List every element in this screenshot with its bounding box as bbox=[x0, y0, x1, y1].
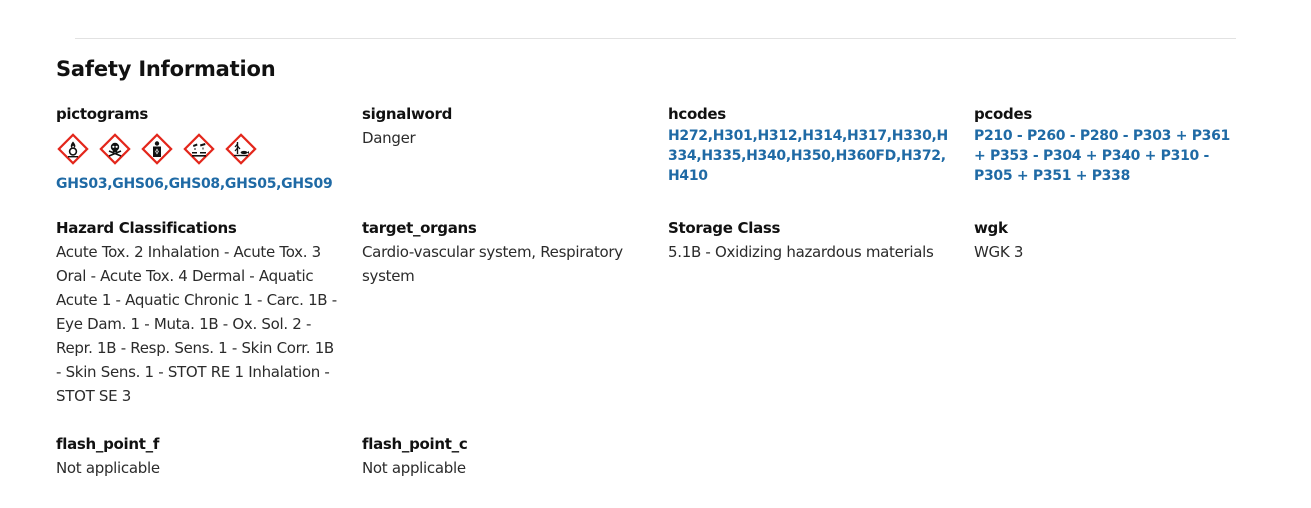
pcodes-cell: pcodes P210 - P260 - P280 - P303 + P361 … bbox=[974, 102, 1259, 186]
flash-point-c-label: flash_point_c bbox=[362, 435, 468, 453]
flash-point-c-cell: flash_point_c Not applicable bbox=[362, 432, 647, 480]
corrosion-icon bbox=[182, 132, 216, 166]
signalword-label: signalword bbox=[362, 105, 453, 123]
health-hazard-icon bbox=[140, 132, 174, 166]
pcodes-label: pcodes bbox=[974, 105, 1032, 123]
wgk-cell: wgk WGK 3 bbox=[974, 216, 1259, 264]
hcodes-cell: hcodes H272,H301,H312,H314,H317,H330,H33… bbox=[668, 102, 953, 186]
flash-point-f-label: flash_point_f bbox=[56, 435, 160, 453]
flash-point-f-cell: flash_point_f Not applicable bbox=[56, 432, 341, 480]
hcodes-link[interactable]: H272,H301,H312,H314,H317,H330,H334,H335,… bbox=[668, 126, 952, 186]
target-organs-value: Cardio-vascular system, Respiratory syst… bbox=[362, 243, 623, 285]
storage-class-cell: Storage Class 5.1B - Oxidizing hazardous… bbox=[668, 216, 953, 264]
flash-point-c-value: Not applicable bbox=[362, 459, 466, 477]
target-organs-label: target_organs bbox=[362, 219, 477, 237]
pcodes-link[interactable]: P210 - P260 - P280 - P303 + P361 + P353 … bbox=[974, 126, 1236, 186]
hazard-classifications-cell: Hazard Classifications Acute Tox. 2 Inha… bbox=[56, 216, 341, 408]
storage-class-value: 5.1B - Oxidizing hazardous materials bbox=[668, 243, 934, 261]
section-title: Safety Information bbox=[56, 57, 276, 81]
hcodes-label: hcodes bbox=[668, 105, 726, 123]
pictogram-list bbox=[56, 132, 341, 166]
hazard-classifications-label: Hazard Classifications bbox=[56, 219, 237, 237]
signalword-cell: signalword Danger bbox=[362, 102, 647, 150]
storage-class-label: Storage Class bbox=[668, 219, 781, 237]
pictograms-label: pictograms bbox=[56, 105, 149, 123]
section-divider bbox=[75, 38, 1236, 39]
wgk-value: WGK 3 bbox=[974, 243, 1024, 261]
pictograms-cell: pictograms GHS03,GHS06,GHS08,GHS05,GHS09 bbox=[56, 102, 341, 194]
pictogram-codes-link[interactable]: GHS03,GHS06,GHS08,GHS05,GHS09 bbox=[56, 174, 341, 194]
hazard-classifications-value: Acute Tox. 2 Inhalation - Acute Tox. 3 O… bbox=[56, 243, 337, 405]
target-organs-cell: target_organs Cardio-vascular system, Re… bbox=[362, 216, 647, 288]
flame-over-circle-icon bbox=[56, 132, 90, 166]
skull-crossbones-icon bbox=[98, 132, 132, 166]
flash-point-f-value: Not applicable bbox=[56, 459, 160, 477]
environment-icon bbox=[224, 132, 258, 166]
wgk-label: wgk bbox=[974, 219, 1008, 237]
signalword-value: Danger bbox=[362, 129, 416, 147]
